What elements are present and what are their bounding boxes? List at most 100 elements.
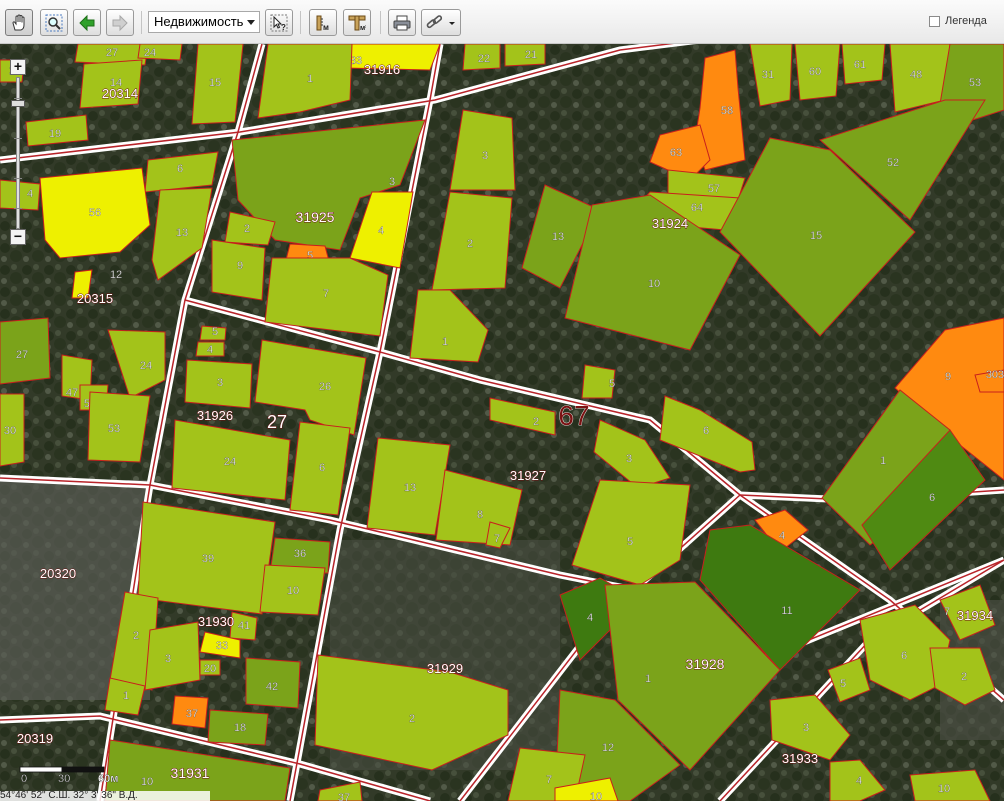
cadastral-block-label: 20315 <box>77 291 113 306</box>
printer-icon <box>393 15 411 31</box>
parcel-label: 10 <box>287 585 299 597</box>
cadastral-block-label: 31930 <box>198 614 234 629</box>
cadastral-block-label: 20320 <box>40 566 76 581</box>
cadastral-block-label: 67 <box>558 400 589 431</box>
parcel-label: 10 <box>648 278 660 290</box>
parcel-label: 9 <box>945 371 951 383</box>
parcel-label: 37 <box>186 708 198 720</box>
parcel-label: 13 <box>404 482 416 494</box>
parcel-label: 1 <box>645 673 651 685</box>
hand-icon <box>12 14 25 31</box>
svg-text:?: ? <box>281 23 286 32</box>
parcel-label: 5 <box>212 326 218 338</box>
toolbar-separator <box>300 11 301 34</box>
parcel-label: 2 <box>244 223 250 235</box>
legend-checkbox[interactable] <box>929 16 940 27</box>
zoom-tick <box>14 138 22 139</box>
parcel-label: 1 <box>880 455 886 467</box>
zoom-in-button[interactable]: + <box>10 59 26 75</box>
parcel-label: 9 <box>237 260 243 272</box>
scale-bar: 0 30 60м <box>18 764 138 785</box>
scale-zero: 0 <box>21 773 27 784</box>
parcel-label: 24 <box>140 360 152 372</box>
parcel-label: 6 <box>901 650 907 662</box>
toolbar-separator <box>141 11 142 34</box>
parcel-label: 4 <box>207 344 213 356</box>
arrow-right-icon <box>112 14 128 32</box>
parcel-label: 4 <box>378 225 384 237</box>
parcel-label: 5 <box>609 378 615 390</box>
cadastral-block-label: 31926 <box>197 408 233 423</box>
parcel-label: 27 <box>16 349 28 361</box>
cursor-question-icon: ? <box>270 14 288 32</box>
map-canvas[interactable]: 2724141519283122215863316061485352645613… <box>0 44 1004 801</box>
link-icon <box>426 15 455 29</box>
parcel-label: 27 <box>106 47 118 59</box>
zoom-slider-thumb[interactable] <box>11 100 25 107</box>
cadastral-block-label: 31925 <box>296 209 335 225</box>
parcel-label: 10 <box>141 776 153 788</box>
scale-end: 60м <box>98 773 118 784</box>
parcel-label: 56 <box>89 207 101 219</box>
parcel-label: 5 <box>627 536 633 548</box>
legend-label: Легенда <box>945 15 987 27</box>
parcel-label: 53 <box>969 77 981 89</box>
toolbar-separator <box>380 11 381 34</box>
parcel-label: 7 <box>546 774 552 786</box>
parcel-label: 24 <box>144 47 156 59</box>
parcel-label: 20 <box>204 663 216 675</box>
cadastral-block-label: 31916 <box>364 62 400 77</box>
parcel-label: 33 <box>216 640 228 652</box>
pan-tool-button[interactable] <box>5 9 33 36</box>
parcel-label: 3 <box>165 653 171 665</box>
layer-select[interactable]: Недвижимость <box>148 11 260 33</box>
parcel-label: 5 <box>840 678 846 690</box>
parcel-label: 6 <box>177 163 183 175</box>
parcel-label: 12 <box>602 742 614 754</box>
cadastral-block-label: 31924 <box>652 216 688 231</box>
parcel-label: 47 <box>66 387 78 399</box>
parcel-3[interactable] <box>144 621 201 691</box>
parcel-label: 3 <box>389 176 395 188</box>
parcel-label: 8 <box>477 509 483 521</box>
parcel-label: 6 <box>319 462 325 474</box>
link-button[interactable] <box>421 9 461 36</box>
parcel-label: 4 <box>779 530 785 542</box>
parcel-label: 15 <box>810 230 822 242</box>
parcel-label: 19 <box>49 128 61 140</box>
parcel-label: 7 <box>494 533 500 545</box>
measure-area-button[interactable]: м² <box>343 9 371 36</box>
svg-text:м: м <box>323 23 329 32</box>
cadastral-block-label: 31933 <box>782 751 818 766</box>
parcel-label: 3 <box>626 453 632 465</box>
identify-button[interactable]: ? <box>265 9 293 36</box>
parcel-label: 58 <box>721 105 733 117</box>
zoom-tick <box>14 178 22 179</box>
parcel-label: 53 <box>108 423 120 435</box>
zoom-out-button[interactable]: − <box>10 229 26 245</box>
parcel-label: 13 <box>552 231 564 243</box>
cadastral-block-label: 31934 <box>957 608 993 623</box>
map-view[interactable]: 2724141519283122215863316061485352645613… <box>0 44 1004 801</box>
zoom-area-button[interactable] <box>40 9 68 36</box>
parcel-label: 39 <box>202 553 214 565</box>
parcel-label: 2 <box>533 416 539 428</box>
parcel-label: 2 <box>133 630 139 642</box>
toolbar: Недвижимость ? м м² <box>0 0 1004 44</box>
parcel-label: 18 <box>234 722 246 734</box>
parcel-label: 6 <box>929 492 935 504</box>
measure-distance-button[interactable]: м <box>309 9 337 36</box>
parcel-label: 12 <box>110 269 122 281</box>
back-button[interactable] <box>73 9 101 36</box>
parcel-label: 36 <box>294 548 306 560</box>
parcel-label: 31 <box>762 69 774 81</box>
print-button[interactable] <box>388 9 416 36</box>
parcel-label: 7 <box>323 288 329 300</box>
chevron-down-icon <box>247 20 255 25</box>
cadastral-block-label: 20319 <box>17 731 53 746</box>
cadastral-block-label: 31927 <box>510 468 546 483</box>
parcel-label: 52 <box>887 157 899 169</box>
forward-button[interactable] <box>106 9 134 36</box>
scale-mid: 30 <box>58 773 70 784</box>
parcel-label: 1 <box>123 690 129 702</box>
